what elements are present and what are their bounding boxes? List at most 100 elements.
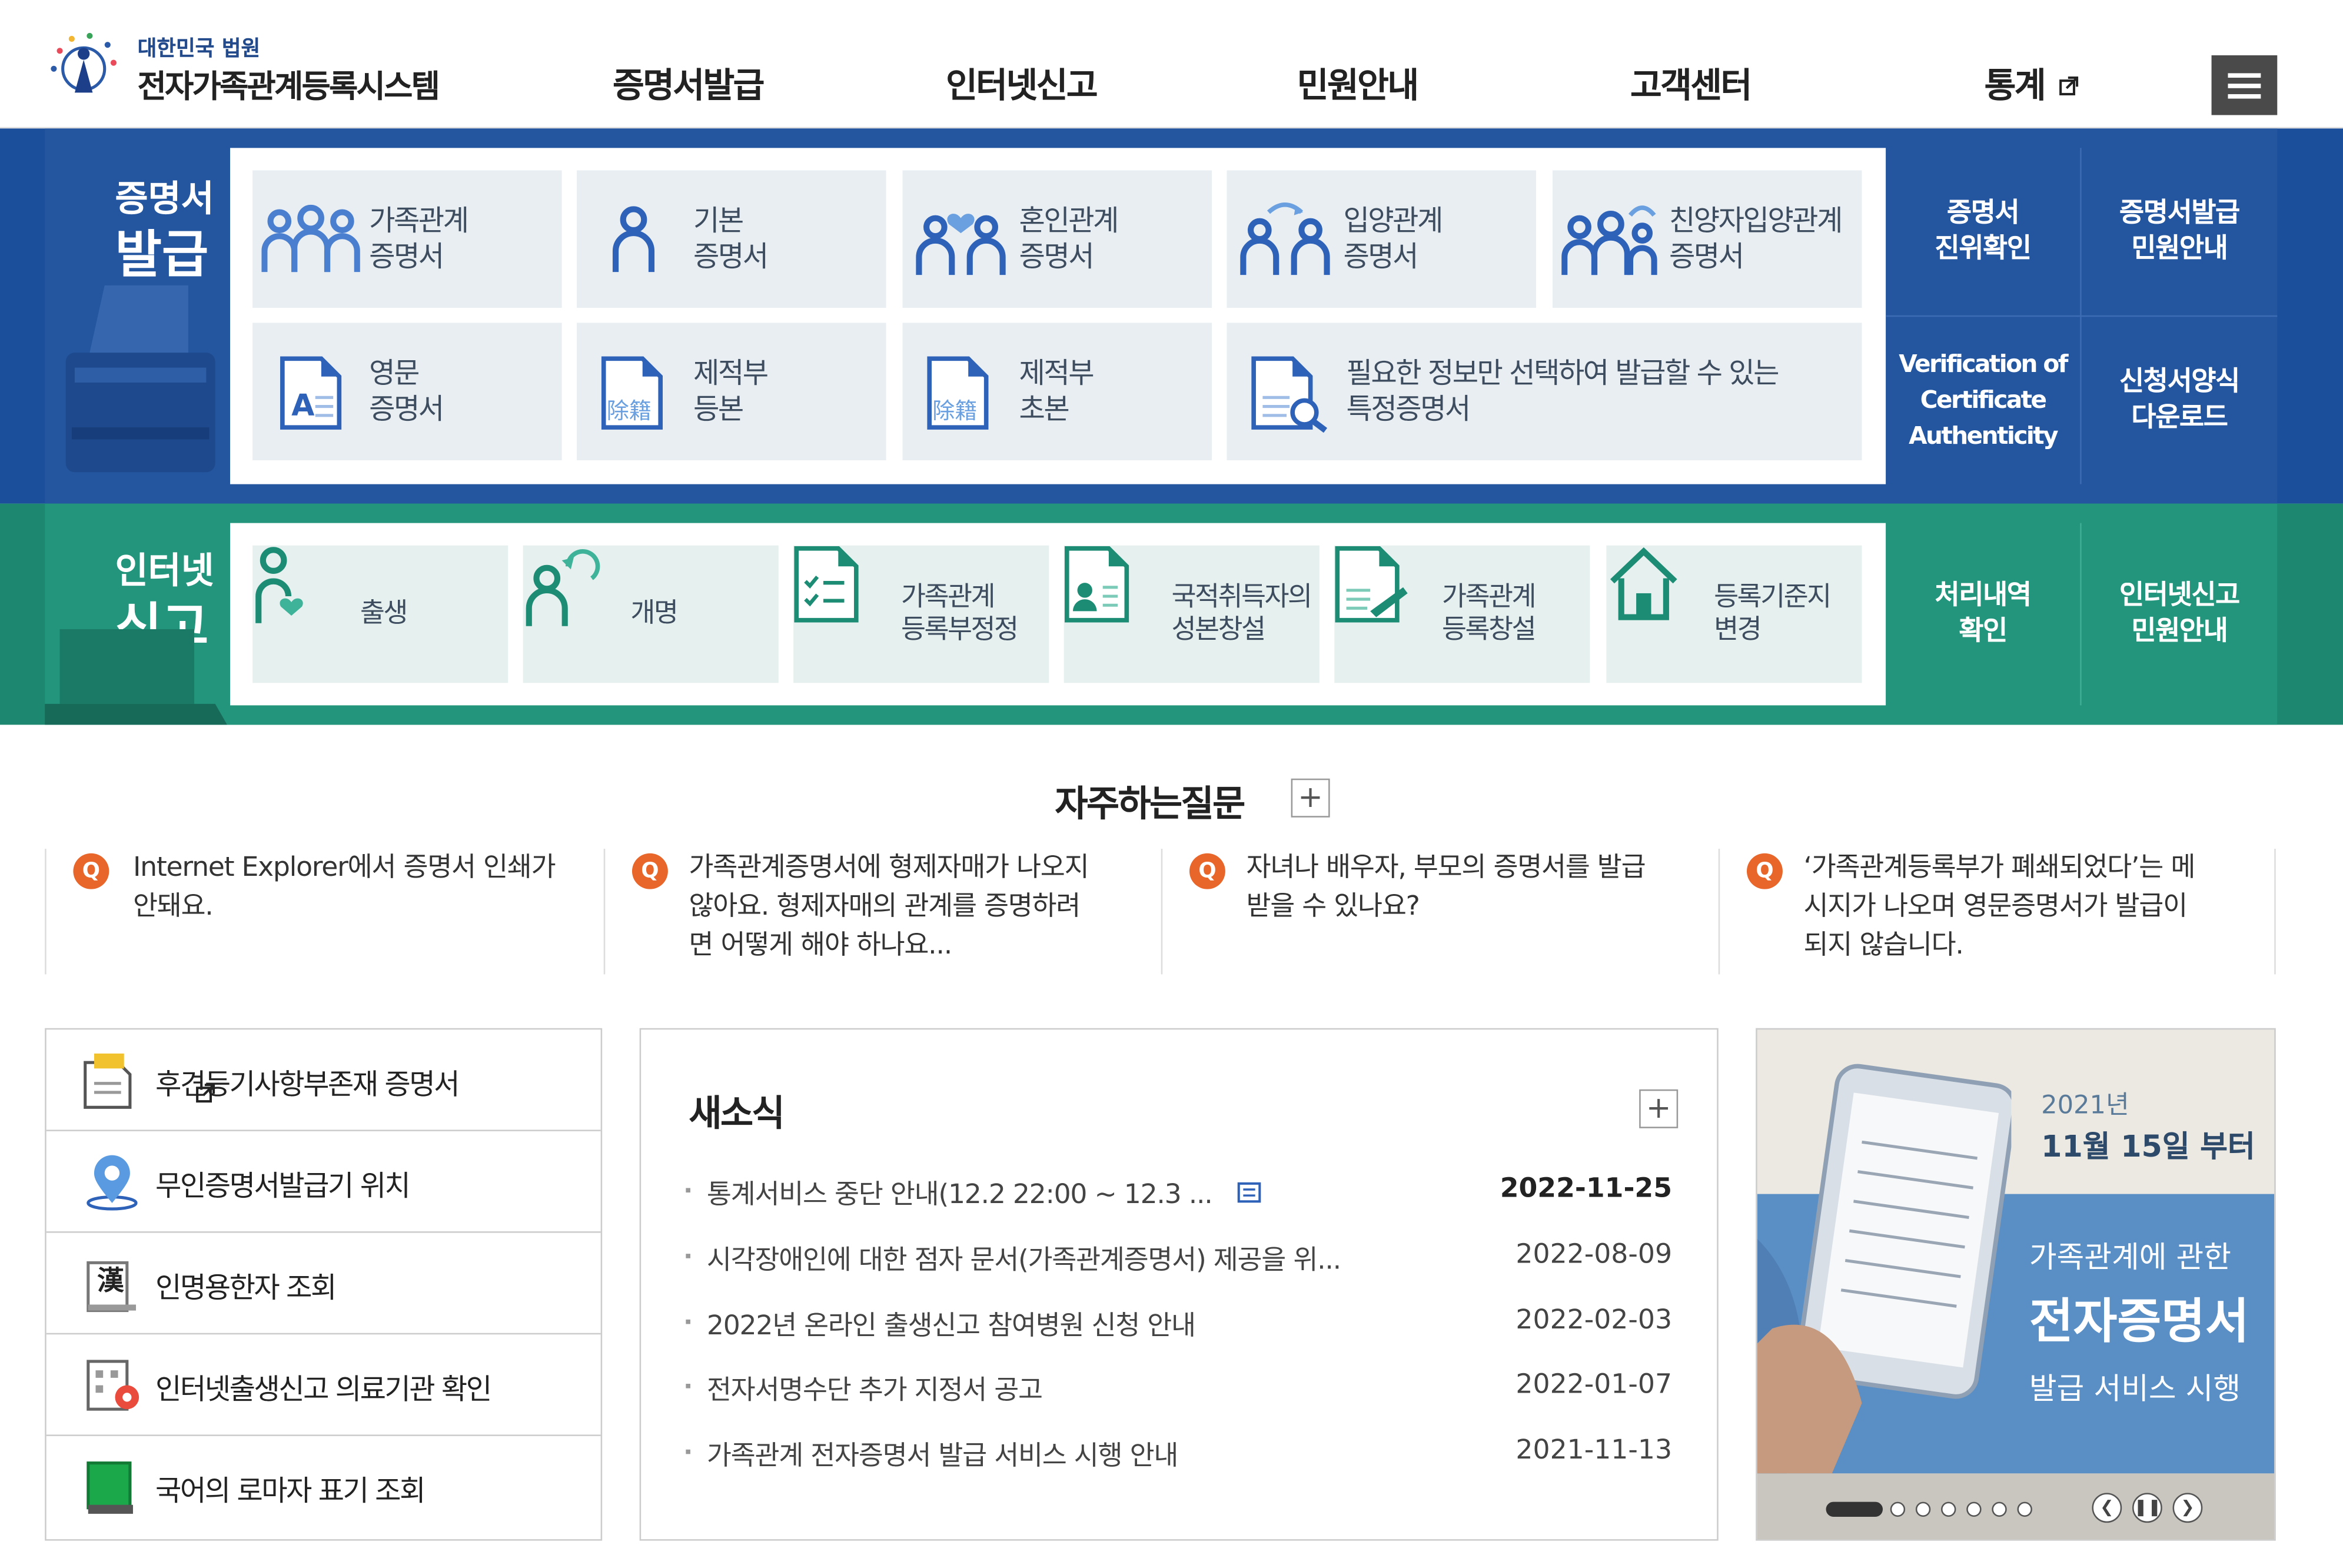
tile-family-relation-cert[interactable]: 가족관계 증명서: [252, 170, 562, 308]
tile-basic-cert[interactable]: 기본 증명서: [577, 170, 886, 308]
tile-label: 국적취득자의 성본창설: [1171, 581, 1312, 646]
tile-english-cert[interactable]: A 영문 증명서: [252, 323, 562, 460]
slide-dot[interactable]: [2017, 1501, 2032, 1517]
location-pin-icon: [87, 1155, 138, 1211]
tile-register-creation[interactable]: 가족관계 등록창설: [1334, 545, 1590, 683]
tile-registry-base-change[interactable]: 등록기준지 변경: [1606, 545, 1862, 683]
family-people-icon: [261, 204, 360, 273]
nav-customer-center[interactable]: 고객센터: [1630, 57, 1752, 107]
faq-line: ‘가족관계등록부가 폐쇄되었다’는 메: [1803, 852, 2195, 883]
verification-of-certificate-authenticity[interactable]: Verification of Certificate Authenticity: [1886, 317, 2080, 484]
green-book-icon: [87, 1461, 133, 1514]
bullet: [686, 1319, 690, 1324]
news-item-date: 2022-11-25: [1500, 1173, 1673, 1205]
birth-icon: [255, 547, 303, 623]
site-name[interactable]: 전자가족관계등록시스템: [138, 63, 440, 108]
faq-line: 되지 않습니다.: [1803, 929, 1963, 961]
news-item[interactable]: 통계서비스 중단 안내(12.2 22:00 ~ 12.3 ... 2022-1…: [686, 1173, 1672, 1218]
promo-banner[interactable]: 2021년 11월 15일 부터 가족관계에 관한 전자증명서 발급 서비스 시…: [1756, 1028, 2276, 1541]
adoption-icon: [1240, 202, 1330, 275]
svg-text:A: A: [291, 388, 315, 423]
attachment-icon: [1238, 1182, 1262, 1203]
news-item-date: 2022-01-07: [1516, 1368, 1673, 1400]
quick-link-romanization[interactable]: 국어의 로마자 표기 조회: [46, 1436, 601, 1538]
person-icon: [612, 206, 655, 273]
faq-text: ‘가족관계등록부가 폐쇄되었다’는 메 시지가 나오며 영문증명서가 발급이 되…: [1803, 849, 2195, 965]
prev-slide-icon[interactable]: ❮: [2092, 1493, 2122, 1523]
tile-rename-report[interactable]: 개명: [523, 545, 779, 683]
slide-indicator-active[interactable]: [1826, 1501, 1883, 1517]
faq-item[interactable]: Q Internet Explorer에서 증명서 인쇄가 안돼요.: [45, 849, 604, 975]
tile-label: 제적부 등본: [693, 357, 769, 426]
svg-text:除籍: 除籍: [932, 398, 977, 424]
faq-line: 가족관계증명서에 형제자매가 나오지: [689, 852, 1089, 883]
tile-adoption-cert[interactable]: 입양관계 증명서: [1227, 170, 1536, 308]
quick-link-kiosk-location[interactable]: 무인증명서발급기 위치: [46, 1131, 601, 1233]
nav-civil-guide[interactable]: 민원안내: [1297, 57, 1419, 107]
hamburger-icon[interactable]: [2211, 55, 2278, 115]
faq-more-button[interactable]: +: [1291, 778, 1330, 818]
nav-statistics[interactable]: 통계: [1985, 57, 2079, 107]
tile-removed-register-copy[interactable]: 除籍 제적부 등본: [577, 323, 886, 460]
tile-label: 가족관계 등록창설: [1442, 581, 1537, 646]
phone-in-hand-icon: [1757, 1064, 2012, 1474]
tile-full-adoption-cert[interactable]: 친양자입양관계 증명서: [1552, 170, 1862, 308]
pause-icon[interactable]: ❚❚: [2132, 1493, 2162, 1523]
news-more-button[interactable]: +: [1639, 1089, 1679, 1128]
banner-year: 2021년: [2041, 1091, 2129, 1121]
hanja-book-icon: 漢: [87, 1261, 137, 1313]
tile-removed-register-abstract[interactable]: 除籍 제적부 초본: [902, 323, 1212, 460]
tile-specific-cert[interactable]: 필요한 정보만 선택하여 발급할 수 있는 특정증명서: [1227, 323, 1862, 460]
cert-issue-guide[interactable]: 증명서발급 민원안내: [2082, 148, 2278, 315]
site-header: 대한민국 법원 전자가족관계등록시스템 증명서발급 인터넷신고 민원안내 고객센…: [0, 0, 2343, 129]
bullet: [686, 1188, 690, 1193]
tile-marriage-cert[interactable]: 혼인관계 증명서: [902, 170, 1212, 308]
tile-label: 가족관계 등록부정정: [900, 581, 1019, 646]
quick-link-hanja-search[interactable]: 漢 인명용한자 조회: [46, 1233, 601, 1335]
cert-authenticity-check[interactable]: 증명서 진위확인: [1886, 148, 2080, 315]
quick-link-guardianship-cert[interactable]: 후견등기사항부존재 증명서: [46, 1029, 601, 1131]
internet-report-guide[interactable]: 인터넷신고 민원안내: [2082, 523, 2278, 706]
faq-item[interactable]: Q 가족관계증명서에 형제자매가 나오지 않아요. 형제자매의 관계를 증명하려…: [603, 849, 1161, 975]
court-logo-icon[interactable]: [45, 27, 122, 105]
news-item[interactable]: 2022년 온라인 출생신고 참여병원 신청 안내 2022-02-03: [686, 1304, 1672, 1349]
quick-link-hospital-check[interactable]: 인터넷출생신고 의료기관 확인: [46, 1334, 601, 1436]
faq-item[interactable]: Q ‘가족관계등록부가 폐쇄되었다’는 메 시지가 나오며 영문증명서가 발급이…: [1718, 849, 2276, 975]
nav-internet-report[interactable]: 인터넷신고: [946, 57, 1098, 107]
quick-link-label: 후견등기사항부존재 증명서: [155, 1062, 460, 1103]
nav-statistics-label: 통계: [1984, 67, 2046, 107]
news-item[interactable]: 전자서명수단 추가 지정서 공고 2022-01-07: [686, 1369, 1672, 1414]
tile-label: 영문 증명서: [369, 357, 444, 426]
tile-register-correction[interactable]: 가족관계 등록부정정: [793, 545, 1049, 683]
news-item-title: 전자서명수단 추가 지정서 공고: [706, 1374, 1043, 1407]
cert-title-big: 발급: [115, 225, 209, 285]
next-slide-icon[interactable]: ❯: [2172, 1493, 2203, 1523]
guardianship-document-icon: [84, 1053, 132, 1109]
nav-cert-issue[interactable]: 증명서발급: [613, 57, 765, 107]
faq-q-badge: Q: [1746, 853, 1783, 889]
quick-link-label: 인터넷출생신고 의료기관 확인: [155, 1373, 492, 1407]
bullet: [686, 1254, 690, 1258]
tile-birth-report[interactable]: 출생: [252, 545, 509, 683]
faq-text: 가족관계증명서에 형제자매가 나오지 않아요. 형제자매의 관계를 증명하려 면…: [689, 849, 1089, 965]
process-status-check[interactable]: 처리내역 확인: [1886, 523, 2080, 706]
document-pen-icon: [1335, 546, 1408, 623]
slide-dot[interactable]: [1941, 1501, 1956, 1517]
tile-label: 개명: [630, 597, 679, 629]
news-item-title: 가족관계 전자증명서 발급 서비스 시행 안내: [706, 1440, 1178, 1472]
slide-dot[interactable]: [1890, 1501, 1906, 1517]
news-item[interactable]: 가족관계 전자증명서 발급 서비스 시행 안내 2021-11-13: [686, 1434, 1672, 1479]
slide-dot[interactable]: [1966, 1501, 1982, 1517]
news-item[interactable]: 시각장애인에 대한 점자 문서(가족관계증명서) 제공을 위... 2022-0…: [686, 1239, 1672, 1284]
slide-dot[interactable]: [1915, 1501, 1931, 1517]
application-form-download[interactable]: 신청서양식 다운로드: [2082, 317, 2278, 484]
faq-text: Internet Explorer에서 증명서 인쇄가 안돼요.: [133, 849, 556, 926]
tile-label: 혼인관계 증명서: [1019, 204, 1119, 274]
news-item-title: 통계서비스 중단 안내(12.2 22:00 ~ 12.3 ...: [707, 1173, 1262, 1212]
slide-dot[interactable]: [1992, 1501, 2007, 1517]
faq-item[interactable]: Q 자녀나 배우자, 부모의 증명서를 발급 받을 수 있나요?: [1161, 849, 1719, 975]
tile-label: 기본 증명서: [693, 204, 769, 274]
svg-text:除籍: 除籍: [607, 398, 652, 424]
tile-naturalized-surname[interactable]: 국적취득자의 성본창설: [1064, 545, 1320, 683]
banner-line3: 발급 서비스 시행: [2029, 1370, 2241, 1407]
